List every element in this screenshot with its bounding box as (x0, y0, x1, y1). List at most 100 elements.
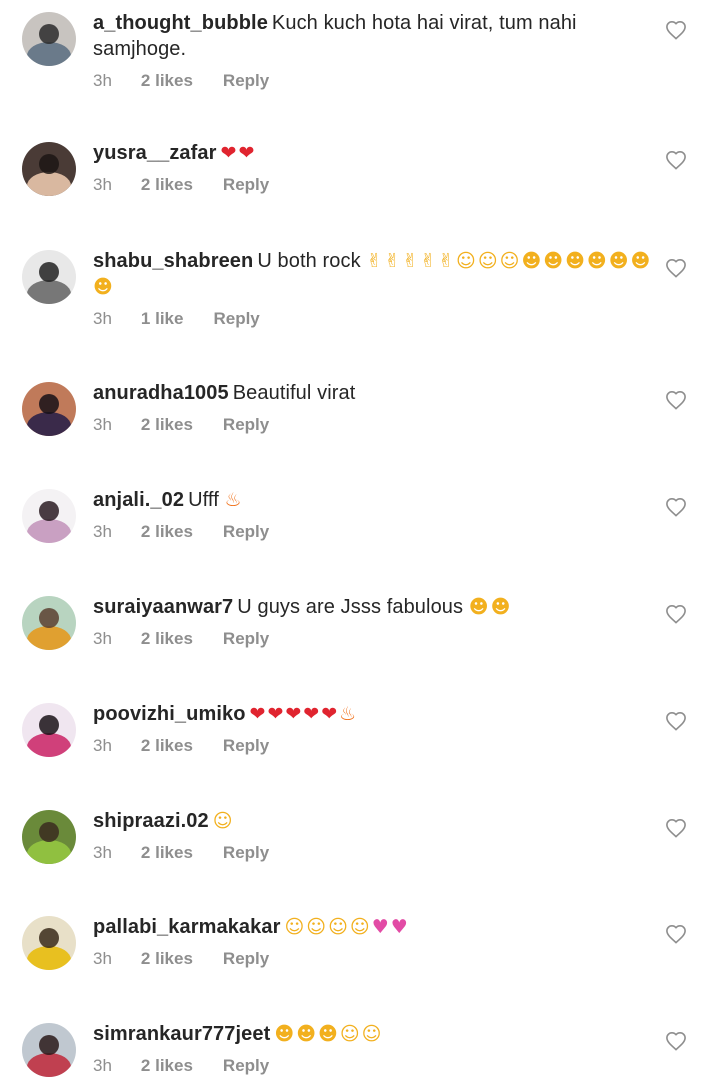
kiss-face-icon: ☻ (586, 250, 609, 272)
comment-meta: 3h 2 likes Reply (93, 415, 653, 435)
username-link[interactable]: simrankaur777jeet (93, 1023, 270, 1045)
timestamp: 3h (93, 175, 112, 194)
rock-hand-icon: ✌ (384, 250, 403, 272)
avatar[interactable] (22, 596, 76, 650)
avatar[interactable] (22, 142, 76, 196)
reply-button[interactable]: Reply (213, 309, 259, 329)
kiss-face-icon: ☻ (274, 1023, 297, 1045)
kiss-face-icon: ☻ (565, 250, 587, 272)
like-heart-icon[interactable] (665, 258, 687, 278)
heart-red-icon: ❤ (249, 703, 268, 725)
kiss-face-icon: ☻ (490, 596, 513, 618)
heart-eyes-icon: ☺ (456, 250, 478, 272)
kiss-face-icon: ☻ (93, 276, 115, 298)
kiss-face-icon: ☻ (543, 250, 566, 272)
heart-eyes-icon: ☺ (477, 250, 500, 272)
kiss-face-icon: ☻ (630, 250, 653, 272)
avatar[interactable] (22, 810, 76, 864)
comment-message: Beautiful virat (232, 382, 356, 404)
likes-count-link[interactable]: 2 likes (141, 415, 193, 435)
username-link[interactable]: anuradha1005 (93, 382, 229, 404)
comment-message: U both rock (257, 250, 361, 272)
avatar[interactable] (22, 382, 76, 436)
comment-text: shabu_shabreen U both rock ✌✌✌✌✌☺☺☺☻☻☻☻☻☻… (93, 248, 653, 300)
like-heart-icon[interactable] (665, 497, 687, 517)
likes-count-link[interactable]: 2 likes (141, 736, 193, 756)
avatar[interactable] (22, 1023, 76, 1077)
kiss-face-icon: ☻ (521, 250, 544, 272)
username-link[interactable]: pallabi_karmakakar (93, 916, 280, 938)
username-link[interactable]: yusra__zafar (93, 142, 217, 164)
username-link[interactable]: suraiyaanwar7 (93, 596, 233, 618)
likes-count-link[interactable]: 2 likes (141, 629, 193, 649)
avatar[interactable] (22, 703, 76, 757)
heart-eyes-icon: ☺ (339, 1023, 362, 1045)
comment-meta: 3h 2 likes Reply (93, 736, 653, 756)
comment-text: suraiyaanwar7 U guys are Jsss fabulous ☻☻ (93, 594, 653, 620)
fire-icon: ♨ (224, 489, 244, 511)
reply-button[interactable]: Reply (223, 522, 269, 542)
timestamp: 3h (93, 949, 112, 968)
likes-count-link[interactable]: 2 likes (141, 1056, 193, 1076)
likes-count-link[interactable]: 2 likes (141, 175, 193, 195)
two-hearts-icon: ♥ (390, 916, 410, 938)
heart-eyes-icon: ☺ (361, 1023, 384, 1045)
reply-button[interactable]: Reply (223, 843, 269, 863)
reply-button[interactable]: Reply (223, 175, 269, 195)
avatar[interactable] (22, 250, 76, 304)
like-heart-icon[interactable] (665, 20, 687, 40)
likes-count-link[interactable]: 2 likes (141, 522, 193, 542)
heart-red-icon: ❤ (238, 142, 257, 164)
timestamp: 3h (93, 629, 112, 648)
fire-icon: ♨ (339, 703, 359, 725)
kiss-face-icon: ☻ (318, 1023, 340, 1045)
reply-button[interactable]: Reply (223, 1056, 269, 1076)
timestamp: 3h (93, 843, 112, 862)
timestamp: 3h (93, 415, 112, 434)
heart-red-icon: ❤ (285, 703, 304, 725)
reply-button[interactable]: Reply (223, 71, 269, 91)
comment-text: poovizhi_umiko ❤❤❤❤❤♨ (93, 701, 653, 727)
kiss-face-icon: ☻ (468, 596, 491, 618)
heart-red-icon: ❤ (220, 142, 239, 164)
comment-meta: 3h 1 like Reply (93, 309, 653, 329)
comment-text: yusra__zafar ❤❤ (93, 140, 653, 166)
rock-hand-icon: ✌ (402, 250, 421, 272)
likes-count-link[interactable]: 2 likes (141, 843, 193, 863)
heart-red-icon: ❤ (267, 703, 286, 725)
comment-text: pallabi_karmakakar ☺☺☺☺♥♥ (93, 914, 653, 940)
avatar[interactable] (22, 12, 76, 66)
kiss-face-icon: ☻ (608, 250, 631, 272)
timestamp: 3h (93, 736, 112, 755)
username-link[interactable]: poovizhi_umiko (93, 703, 246, 725)
heart-eyes-icon: ☺ (212, 810, 235, 832)
timestamp: 3h (93, 71, 112, 90)
like-heart-icon[interactable] (665, 711, 687, 731)
likes-count-link[interactable]: 1 like (141, 309, 184, 329)
avatar[interactable] (22, 916, 76, 970)
comment-meta: 3h 2 likes Reply (93, 175, 653, 195)
reply-button[interactable]: Reply (223, 736, 269, 756)
timestamp: 3h (93, 309, 112, 328)
like-heart-icon[interactable] (665, 1031, 687, 1051)
hug-face-icon: ☺ (349, 916, 372, 938)
username-link[interactable]: shipraazi.02 (93, 810, 209, 832)
likes-count-link[interactable]: 2 likes (141, 71, 193, 91)
rock-hand-icon: ✌ (366, 250, 385, 272)
reply-button[interactable]: Reply (223, 415, 269, 435)
avatar[interactable] (22, 489, 76, 543)
username-link[interactable]: shabu_shabreen (93, 250, 253, 272)
like-heart-icon[interactable] (665, 924, 687, 944)
comment-meta: 3h 2 likes Reply (93, 843, 653, 863)
comment-meta: 3h 2 likes Reply (93, 629, 653, 649)
username-link[interactable]: a_thought_bubble (93, 12, 268, 34)
like-heart-icon[interactable] (665, 150, 687, 170)
reply-button[interactable]: Reply (223, 949, 269, 969)
reply-button[interactable]: Reply (223, 629, 269, 649)
likes-count-link[interactable]: 2 likes (141, 949, 193, 969)
hug-face-icon: ☺ (306, 916, 329, 938)
like-heart-icon[interactable] (665, 818, 687, 838)
like-heart-icon[interactable] (665, 390, 687, 410)
like-heart-icon[interactable] (665, 604, 687, 624)
username-link[interactable]: anjali._02 (93, 489, 184, 511)
